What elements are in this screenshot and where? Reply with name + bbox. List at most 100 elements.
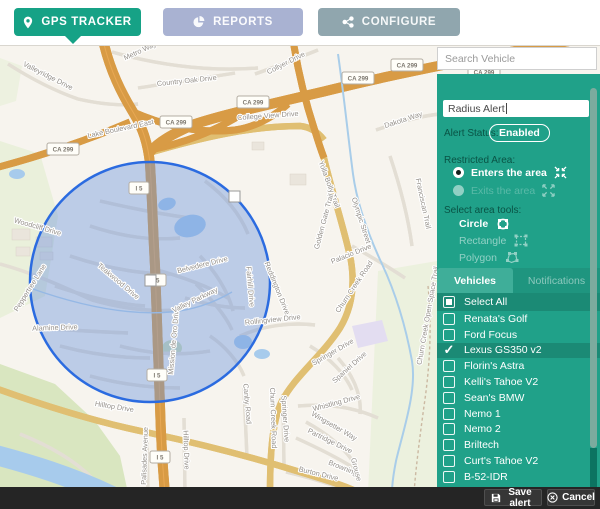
svg-text:CA 299: CA 299 <box>166 119 187 126</box>
vehicle-checkbox[interactable] <box>443 439 455 451</box>
top-navbar: GPS TRACKER REPORTS CONFIGURE <box>0 0 600 45</box>
rectangle-tool-label: Rectangle <box>459 235 506 247</box>
expand-arrows-icon <box>542 184 555 197</box>
vehicle-row[interactable]: Kelli's Tahoe V2 <box>437 374 600 390</box>
highway-shield: CA 299 <box>160 116 192 128</box>
gps-tracker-app: CA 299CA 299CA 299CA 299CA 299CA 299I 5I… <box>0 0 600 509</box>
vehicle-row[interactable]: Nemo 1 <box>437 406 600 422</box>
vehicle-row[interactable]: ✓ Lexus GS350 v2 <box>437 343 600 359</box>
vehicle-checkbox[interactable] <box>443 376 455 388</box>
tab-vehicles[interactable]: Vehicles <box>437 268 513 293</box>
save-alert-label: Save alert <box>505 487 535 509</box>
configure-label: CONFIGURE <box>362 16 436 28</box>
enters-area-option[interactable]: Enters the area <box>453 166 567 179</box>
map-marker-icon <box>23 16 33 29</box>
cancel-circle-x-icon <box>547 492 558 503</box>
svg-text:CA 299: CA 299 <box>243 99 264 106</box>
vehicle-label: Nemo 1 <box>464 408 501 420</box>
vehicle-row[interactable]: B-52-IDR <box>437 469 600 485</box>
tab-notifications[interactable]: Notifications <box>513 268 600 293</box>
vehicle-checkbox[interactable] <box>443 329 455 341</box>
vehicle-row[interactable]: Florin's Astra <box>437 358 600 374</box>
cancel-button[interactable]: Cancel <box>547 489 595 506</box>
circle-center-handle[interactable] <box>145 275 156 286</box>
exits-area-label: Exits the area <box>471 185 535 197</box>
compress-arrows-icon <box>554 166 567 179</box>
vehicle-label: Nemo 2 <box>464 423 501 435</box>
vehicle-checkbox[interactable] <box>443 471 455 483</box>
alert-config-panel: Radius Alert Alert Status: Enabled Restr… <box>437 74 600 487</box>
svg-text:CA 299: CA 299 <box>348 75 369 82</box>
vehicle-label: Ford Focus <box>464 329 517 341</box>
highway-shield: CA 299 <box>391 59 423 71</box>
enters-area-label: Enters the area <box>471 167 547 179</box>
vehicle-label: Kelli's Tahoe V2 <box>464 376 538 388</box>
cancel-label: Cancel <box>562 492 595 503</box>
highway-shield: I 5 <box>147 369 167 381</box>
circle-tool-icon <box>496 217 510 231</box>
road-label: Hilltop Drive <box>181 430 191 470</box>
vehicle-row[interactable]: Sean's BMW <box>437 390 600 406</box>
scrollbar-thumb[interactable] <box>590 88 597 448</box>
road-label: Alamine Drive <box>32 322 78 333</box>
reports-button[interactable]: REPORTS <box>163 8 303 36</box>
configure-button[interactable]: CONFIGURE <box>318 8 460 36</box>
circle-radius-handle[interactable] <box>229 191 240 202</box>
save-alert-button[interactable]: Save alert <box>484 489 542 506</box>
vehicle-row[interactable]: Renata's Golf <box>437 311 600 327</box>
highway-shield: I 5 <box>129 182 149 194</box>
alert-name-value: Radius Alert <box>448 103 505 115</box>
scrollbar-track[interactable] <box>590 448 597 487</box>
restricted-area-label: Restricted Area: <box>444 155 515 166</box>
save-icon <box>491 493 501 503</box>
gps-tracker-button[interactable]: GPS TRACKER <box>14 8 141 36</box>
active-tab-caret <box>65 36 81 44</box>
svg-text:CA 299: CA 299 <box>53 146 74 153</box>
highway-shield: CA 299 <box>237 96 269 108</box>
select-all-checkbox[interactable] <box>443 296 455 308</box>
polygon-tool[interactable]: Polygon <box>459 251 519 264</box>
vehicle-row[interactable]: Curt's Tahoe V2 <box>437 453 600 469</box>
circle-tool-label: Circle <box>459 218 488 230</box>
vehicle-label: Lexus GS350 v2 <box>464 344 542 356</box>
vehicle-row[interactable]: Briltech <box>437 437 600 453</box>
vehicle-checkbox[interactable] <box>443 408 455 420</box>
svg-text:CA 299: CA 299 <box>397 62 418 69</box>
highway-shield: I 5 <box>150 451 170 463</box>
vehicle-checkbox[interactable] <box>443 313 455 325</box>
svg-text:I 5: I 5 <box>154 372 161 379</box>
vehicle-label: Select All <box>464 296 507 308</box>
vehicle-label: Curt's Tahoe V2 <box>464 455 538 467</box>
vehicle-checkbox[interactable] <box>443 423 455 435</box>
vehicle-label: Briltech <box>464 439 499 451</box>
search-vehicle-input[interactable] <box>437 47 597 70</box>
area-tools-label: Select area tools: <box>444 205 521 216</box>
svg-text:I 5: I 5 <box>157 454 164 461</box>
radio-selected-icon[interactable] <box>453 167 464 178</box>
vehicle-label: B-52-IDR <box>464 471 508 483</box>
pie-chart-icon <box>193 16 205 28</box>
svg-text:I 5: I 5 <box>136 185 143 192</box>
rectangle-tool[interactable]: Rectangle <box>459 234 528 247</box>
select-all-row[interactable]: Select All <box>437 293 600 311</box>
polygon-tool-icon <box>505 251 519 264</box>
exits-area-option[interactable]: Exits the area <box>453 184 555 197</box>
alert-name-input[interactable]: Radius Alert <box>443 100 589 117</box>
footer-bar: Save alert Cancel <box>0 487 600 509</box>
vehicle-checkbox[interactable] <box>443 392 455 404</box>
polygon-tool-label: Polygon <box>459 252 497 264</box>
share-nodes-icon <box>342 16 354 28</box>
rectangle-tool-icon <box>514 234 528 247</box>
text-cursor <box>506 103 507 114</box>
vehicle-checkbox[interactable]: ✓ <box>443 344 455 356</box>
vehicle-label: Sean's BMW <box>464 392 524 404</box>
reports-label: REPORTS <box>213 16 273 28</box>
alert-status-toggle[interactable]: Enabled <box>489 124 550 142</box>
vehicle-row[interactable]: Ford Focus <box>437 327 600 343</box>
vehicle-checkbox[interactable] <box>443 455 455 467</box>
circle-tool[interactable]: Circle <box>459 217 510 231</box>
vehicle-checkbox[interactable] <box>443 360 455 372</box>
vehicle-label: Florin's Astra <box>464 360 524 372</box>
vehicle-row[interactable]: Nemo 2 <box>437 422 600 438</box>
radio-unselected-icon[interactable] <box>453 185 464 196</box>
